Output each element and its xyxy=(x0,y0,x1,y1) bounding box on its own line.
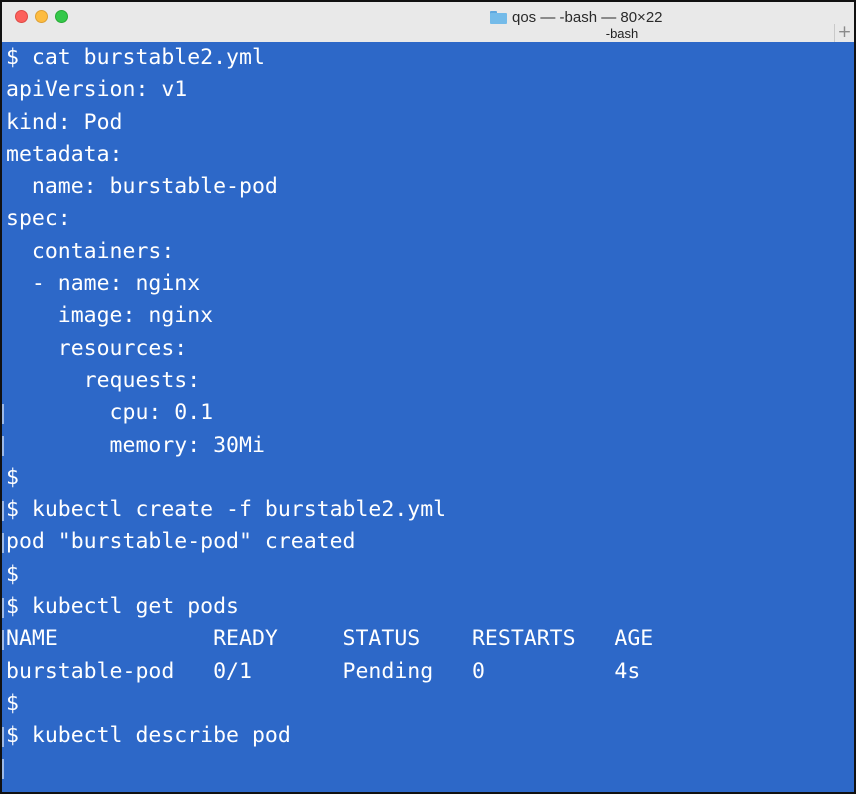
terminal-line: cpu: 0.1 xyxy=(6,400,214,426)
terminal-line: memory: 30Mi xyxy=(6,432,265,458)
line-marker xyxy=(2,630,4,650)
tab-bash[interactable]: -bash xyxy=(577,24,667,42)
terminal-line: kind: Pod xyxy=(6,109,123,135)
line-marker xyxy=(2,727,4,747)
window-title-text: qos — -bash — 80×22 xyxy=(512,8,663,26)
terminal-line: - name: nginx xyxy=(6,271,201,297)
terminal-line: $ xyxy=(6,690,19,716)
line-marker xyxy=(2,533,4,553)
line-marker xyxy=(2,759,4,779)
terminal-line: burstable-pod 0/1 Pending 0 4s xyxy=(6,658,641,684)
zoom-icon[interactable] xyxy=(55,10,68,23)
terminal-line: pod "burstable-pod" created xyxy=(6,529,356,555)
new-tab-button[interactable]: + xyxy=(834,24,854,42)
close-icon[interactable] xyxy=(15,10,28,23)
terminal-line: image: nginx xyxy=(6,303,214,329)
terminal-line: metadata: xyxy=(6,141,123,167)
terminal-line: $ kubectl describe pod xyxy=(6,723,291,749)
terminal-line: resources: xyxy=(6,335,188,361)
tab-bar: -bash + xyxy=(2,24,854,42)
line-marker xyxy=(2,501,4,521)
terminal-line: requests: xyxy=(6,367,201,393)
folder-icon xyxy=(490,11,507,24)
terminal-line: name: burstable-pod xyxy=(6,174,278,200)
terminal-line: NAME READY STATUS RESTARTS AGE xyxy=(6,626,654,652)
terminal-line: spec: xyxy=(6,206,71,232)
terminal-text: $ cat burstable2.yml apiVersion: v1 kind: … xyxy=(2,42,854,753)
terminal-line: $ xyxy=(6,464,19,490)
terminal-line: containers: xyxy=(6,238,175,264)
terminal-line: $ xyxy=(6,561,19,587)
terminal-line: $ kubectl create -f burstable2.yml xyxy=(6,497,447,523)
terminal-output[interactable]: $ cat burstable2.yml apiVersion: v1 kind: … xyxy=(2,42,854,792)
terminal-line: $ kubectl get pods xyxy=(6,594,239,620)
terminal-window: qos — -bash — 80×22 -bash + $ cat bursta… xyxy=(0,0,856,794)
line-marker xyxy=(2,598,4,618)
terminal-line: $ cat burstable2.yml xyxy=(6,45,265,70)
line-marker xyxy=(2,404,4,424)
line-marker xyxy=(2,436,4,456)
title-bar[interactable]: qos — -bash — 80×22 -bash + xyxy=(2,2,854,43)
minimize-icon[interactable] xyxy=(35,10,48,23)
terminal-line: apiVersion: v1 xyxy=(6,77,188,103)
